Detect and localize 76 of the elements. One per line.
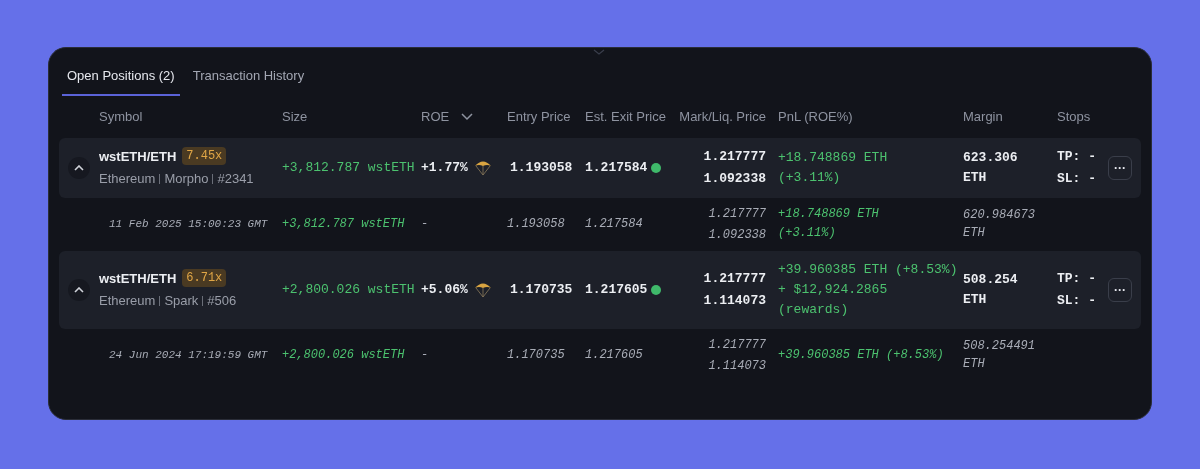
leverage-badge: 6.71x bbox=[182, 269, 227, 288]
column-header: ROE bbox=[421, 107, 450, 126]
pnl-text: +39.960385 ETH (+8.53%) bbox=[778, 346, 945, 364]
column-header: Symbol bbox=[99, 107, 143, 126]
liquidation-price: 1.114073 bbox=[708, 357, 766, 375]
size-text: +2,800.026 wstETH bbox=[282, 347, 406, 364]
exit-price: 1.217584 bbox=[585, 216, 644, 233]
liquidation-price: 1.092338 bbox=[703, 170, 766, 188]
take-profit-text: TP: - bbox=[1057, 269, 1097, 288]
mark-price: 1.217777 bbox=[708, 336, 766, 354]
venue-text: Ethereum bbox=[99, 292, 156, 310]
more-button[interactable]: ··· bbox=[1108, 277, 1132, 302]
entry-price: 1.170735 bbox=[507, 347, 566, 364]
entry-price: 1.170735 bbox=[509, 280, 574, 299]
venue-text: Ethereum bbox=[99, 170, 156, 188]
roe-text: +1.77% bbox=[421, 158, 468, 177]
column-header: Entry Price bbox=[507, 107, 571, 126]
chevron-icon bbox=[74, 286, 84, 293]
margin-text: ETH bbox=[963, 225, 986, 242]
margin-text: ETH bbox=[963, 290, 988, 309]
column-header: Size bbox=[282, 107, 308, 126]
pnl-text: +39.960385 ETH (+8.53%) bbox=[778, 260, 959, 279]
pnl-text: (+3.11%) bbox=[778, 168, 842, 187]
column-header: PnL (ROE%) bbox=[778, 107, 853, 126]
pnl-text: +18.748869 ETH bbox=[778, 148, 889, 167]
pnl-text: (+3.11%) bbox=[778, 225, 837, 242]
symbol-text: wstETH/ETH bbox=[99, 269, 177, 288]
margin-text: 508.254 bbox=[963, 271, 1019, 289]
column-header: Stops bbox=[1057, 107, 1091, 126]
mark-price: 1.217777 bbox=[708, 205, 766, 223]
symbol-text: wstETH/ETH bbox=[99, 147, 177, 166]
mark-price: 1.217777 bbox=[703, 147, 766, 166]
collapse-button[interactable] bbox=[68, 156, 90, 179]
margin-text: 620.984673 bbox=[963, 207, 1036, 224]
collapse-button[interactable] bbox=[68, 278, 90, 301]
entry-price: 1.193058 bbox=[509, 158, 574, 177]
column-header: Est. Exit Price bbox=[585, 107, 666, 126]
fill-time: 11 Feb 2025 15:00:23 GMT bbox=[108, 216, 269, 232]
roe-text: - bbox=[421, 347, 430, 364]
chevron-icon bbox=[74, 164, 84, 171]
chevron-down-icon[interactable] bbox=[461, 112, 474, 121]
roe-text: +5.06% bbox=[421, 280, 468, 299]
margin-text: ETH bbox=[963, 168, 988, 187]
fill-time: 24 Jun 2024 17:19:59 GMT bbox=[108, 347, 269, 363]
size-text: +3,812.787 wstETH bbox=[282, 216, 406, 233]
size-text: +3,812.787 wstETH bbox=[282, 158, 416, 177]
tab[interactable]: Open Positions (2) bbox=[62, 66, 180, 96]
venue-text: Morpho bbox=[164, 170, 209, 188]
liquidation-price: 1.092338 bbox=[708, 226, 766, 244]
venue-text: #2341 bbox=[217, 170, 254, 188]
handle-icon[interactable] bbox=[593, 49, 605, 56]
leverage-badge: 7.45x bbox=[182, 147, 227, 166]
roe-text: - bbox=[421, 216, 430, 233]
position-row[interactable]: wstETH/ETH 7.45x Ethereum Morpho #2341 +3,812.787 wstETH +1.77% 1.193058 1.217584 1.217777 1.092338 +18.748869 ETH (+3.11%) 623.306 ETH TP: - SL: - ··· bbox=[59, 137, 1141, 198]
margin-text: 623.306 bbox=[963, 149, 1019, 167]
column-header: Mark/Liq. Price bbox=[679, 107, 766, 126]
stop-loss-text: SL: - bbox=[1057, 292, 1097, 310]
exit-price: 1.217605 bbox=[585, 347, 644, 364]
pnl-text: + $12,924.2865 bbox=[778, 280, 889, 299]
venue-text: #506 bbox=[207, 292, 237, 310]
more-button[interactable]: ··· bbox=[1108, 155, 1132, 180]
exit-price: 1.217584 bbox=[585, 158, 648, 177]
stop-loss-text: SL: - bbox=[1057, 170, 1097, 188]
margin-text: ETH bbox=[963, 356, 986, 373]
tab[interactable]: Transaction History bbox=[187, 66, 310, 96]
column-header: Margin bbox=[963, 107, 1003, 126]
venue-text: Spark bbox=[164, 292, 199, 310]
margin-text: 508.254491 bbox=[963, 338, 1036, 355]
entry-price: 1.193058 bbox=[507, 216, 566, 233]
liquidation-price: 1.114073 bbox=[703, 292, 766, 310]
size-text: +2,800.026 wstETH bbox=[282, 280, 416, 299]
take-profit-text: TP: - bbox=[1057, 147, 1097, 166]
exit-price: 1.217605 bbox=[585, 280, 648, 299]
pnl-text: (rewards) bbox=[778, 300, 850, 319]
mark-price: 1.217777 bbox=[703, 269, 766, 288]
pnl-text: +18.748869 ETH bbox=[778, 206, 880, 223]
